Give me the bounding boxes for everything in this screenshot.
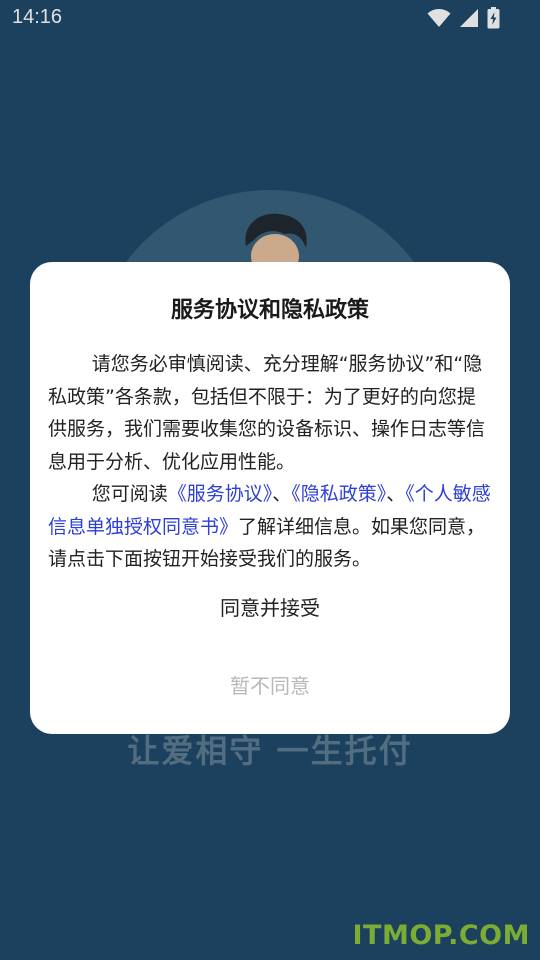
privacy-policy-link[interactable]: 《隐私政策》 — [291, 483, 386, 505]
accept-button[interactable]: 同意并接受 — [30, 588, 510, 628]
separator: 、 — [386, 483, 406, 505]
agreement-paragraph-2: 您可阅读《服务协议》、《隐私政策》、《个人敏感信息单独授权同意书》了解详细信息。… — [48, 478, 494, 576]
paragraph-2-prefix: 您可阅读 — [91, 483, 168, 505]
service-agreement-link[interactable]: 《服务协议》 — [168, 483, 273, 505]
agreement-paragraph-1: 请您务必审慎阅读、充分理解“服务协议”和“隐私政策”各条款，包括但不限于：为了更… — [48, 353, 486, 473]
separator: 、 — [272, 483, 292, 505]
decline-button[interactable]: 暂不同意 — [30, 666, 510, 706]
dialog-title: 服务协议和隐私政策 — [170, 298, 369, 323]
agreement-dialog: 服务协议和隐私政策 请您务必审慎阅读、充分理解“服务协议”和“隐私政策”各条款，… — [30, 262, 510, 734]
dialog-body: 请您务必审慎阅读、充分理解“服务协议”和“隐私政策”各条款，包括但不限于：为了更… — [48, 348, 494, 576]
